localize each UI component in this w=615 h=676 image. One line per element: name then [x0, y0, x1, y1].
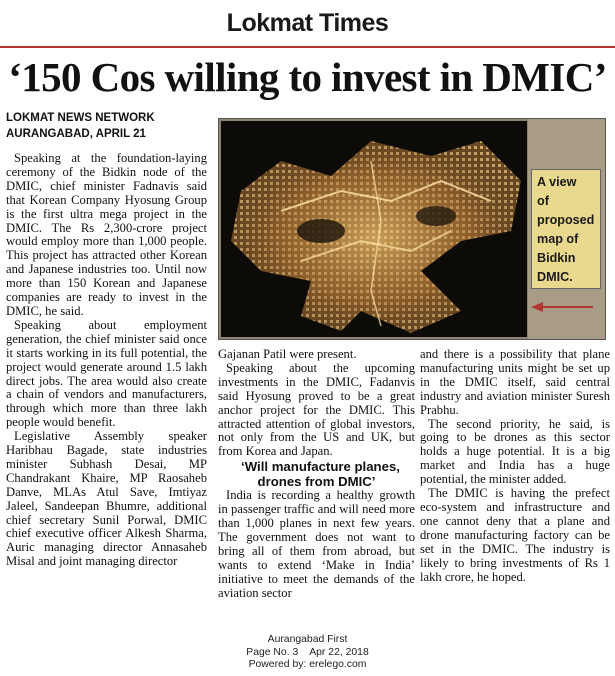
paragraph: Speaking about employment generation, th…: [6, 317, 207, 430]
paragraph: The DMIC is having the prefect eco-syste…: [420, 486, 610, 584]
masthead: Lokmat Times: [0, 0, 615, 46]
byline-agency: LOKMAT NEWS NETWORK: [6, 112, 155, 124]
byline: LOKMAT NEWS NETWORK AURANGABAD, APRIL 21: [6, 110, 155, 142]
dmic-map-image: [221, 121, 527, 337]
city-model-illustration: [221, 121, 527, 337]
masthead-rule: [0, 46, 615, 48]
paragraph: Legislative Assembly speaker Haribhau Ba…: [6, 429, 207, 569]
caption-line: Bidkin: [537, 251, 576, 265]
subheading: ‘Will manufacture planes, drones from DM…: [241, 459, 400, 490]
footer-powered-by: Powered by: erelego.com: [248, 659, 367, 670]
article-column-2: Gajanan Patil were present. Speaking abo…: [218, 347, 415, 601]
page-footer: Aurangabad First Page No. 3 Apr 22, 2018…: [0, 634, 615, 672]
footer-page: Page No. 3 Apr 22, 2018: [246, 646, 369, 658]
byline-dateline: AURANGABAD, APRIL 21: [6, 128, 146, 140]
masthead-title: Lokmat Times: [226, 8, 389, 37]
caption-line: DMIC.: [537, 270, 573, 284]
footer-edition: Aurangabad First: [267, 634, 348, 645]
caption-line: map of: [537, 232, 579, 246]
arrow-left-icon: [531, 302, 593, 312]
caption-line: of: [537, 194, 549, 208]
headline: ‘150 Cos willing to invest in DMIC’: [8, 54, 607, 100]
caption-line: proposed: [537, 213, 595, 227]
paragraph: Gajanan Patil were present.: [218, 347, 357, 361]
paragraph: The second priority, he said, is going t…: [420, 416, 610, 487]
paragraph: and there is a possibility that plane ma…: [420, 347, 610, 417]
paragraph: Speaking at the foundation-laying ceremo…: [6, 151, 207, 318]
article-column-3: and there is a possibility that plane ma…: [420, 347, 610, 584]
paragraph: Speaking about the upcoming investments …: [218, 360, 415, 459]
dmic-map-photo: A view of proposed map of Bidkin DMIC.: [218, 118, 606, 340]
article-column-1: Speaking at the foundation-laying ceremo…: [6, 151, 207, 569]
photo-caption: A view of proposed map of Bidkin DMIC.: [531, 169, 601, 289]
caption-line: A view: [537, 175, 577, 189]
paragraph: India is recording a healthy growth in p…: [218, 488, 415, 600]
